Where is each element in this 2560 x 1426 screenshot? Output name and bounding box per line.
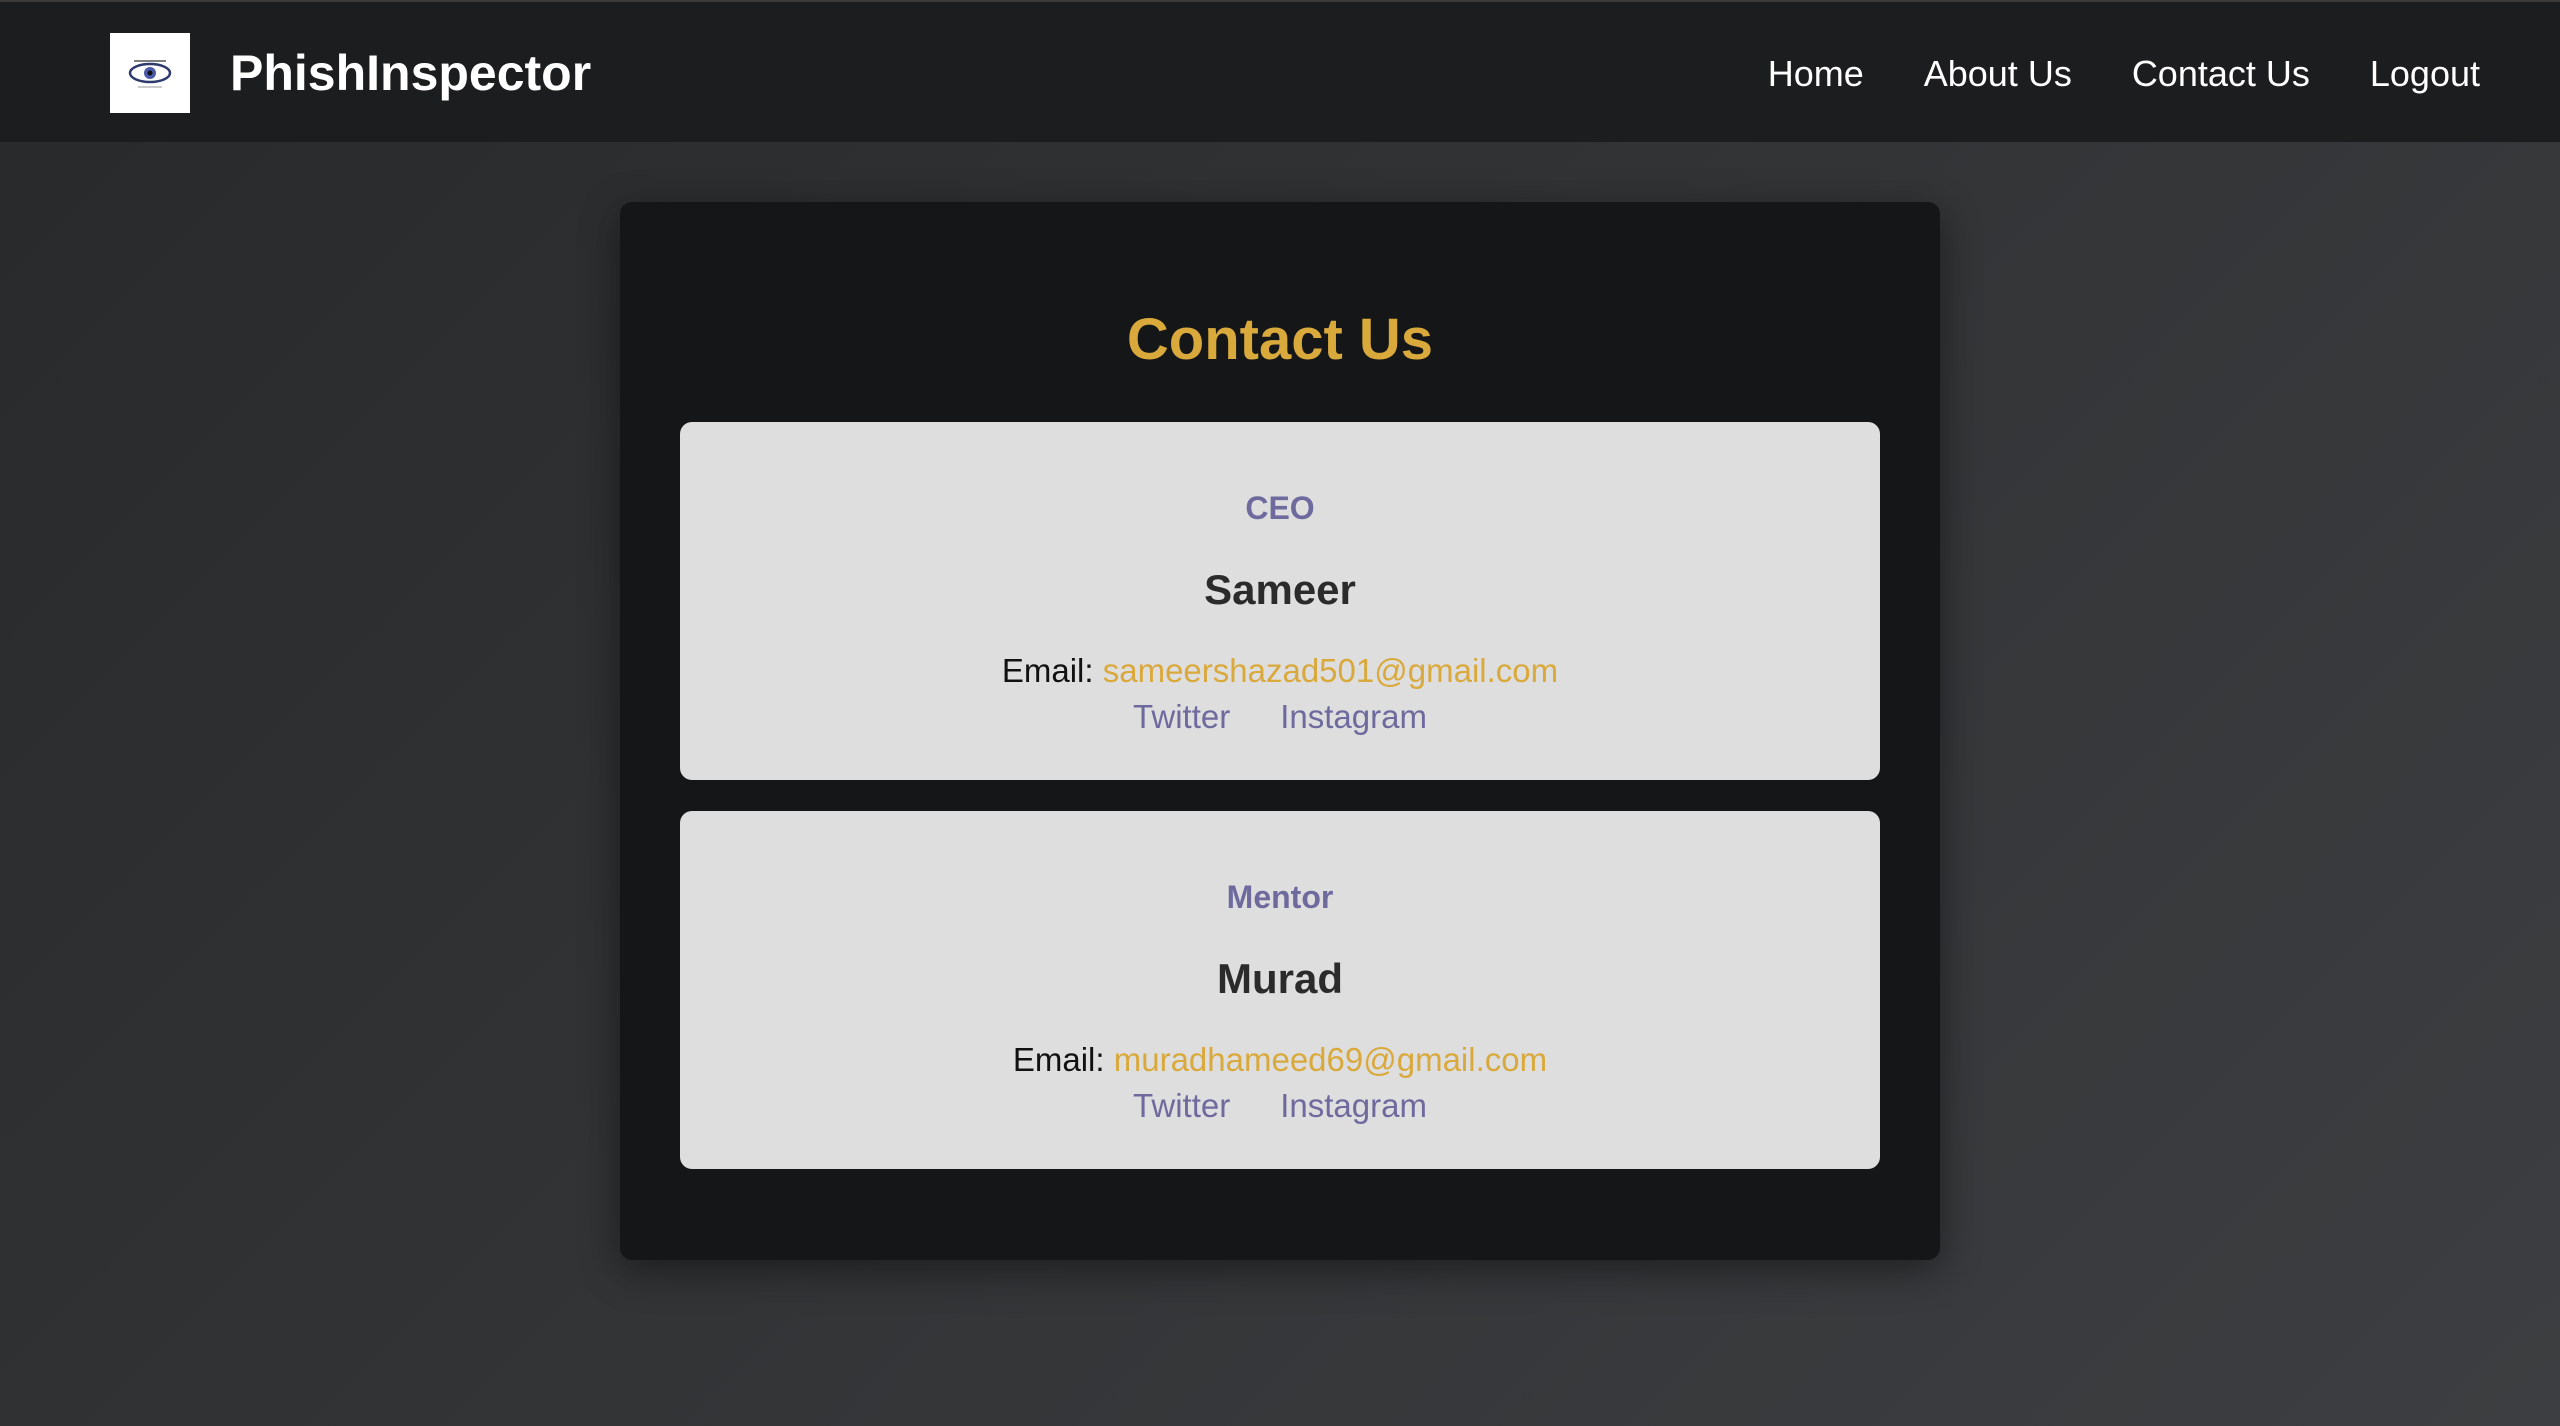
nav-contact-us[interactable]: Contact Us [2132, 46, 2310, 102]
contact-name: Sameer [1204, 566, 1356, 613]
contact-name: Murad [1217, 955, 1343, 1002]
email-line: Email: muradhameed69@gmail.com [680, 1037, 1880, 1083]
contact-card-mentor: Mentor Murad Email: muradhameed69@gmail.… [680, 811, 1880, 1169]
instagram-link[interactable]: Instagram [1280, 694, 1427, 740]
eye-logo-icon [128, 60, 172, 88]
twitter-link[interactable]: Twitter [1133, 694, 1230, 740]
instagram-link[interactable]: Instagram [1280, 1083, 1427, 1129]
nav-about-us[interactable]: About Us [1924, 46, 2072, 102]
contact-role: CEO [1245, 490, 1315, 526]
brand-name[interactable]: PhishInspector [230, 42, 591, 104]
email-line: Email: sameershazad501@gmail.com [680, 648, 1880, 694]
social-links: Twitter Instagram [680, 694, 1880, 740]
top-navbar: PhishInspector Home About Us Contact Us … [0, 0, 2560, 142]
email-prefix: Email: [1012, 1041, 1114, 1078]
social-links: Twitter Instagram [680, 1083, 1880, 1129]
contact-card-ceo: CEO Sameer Email: sameershazad501@gmail.… [680, 422, 1880, 780]
email-link[interactable]: muradhameed69@gmail.com [1114, 1041, 1547, 1078]
twitter-link[interactable]: Twitter [1133, 1083, 1230, 1129]
contact-role: Mentor [1226, 879, 1334, 915]
email-link[interactable]: sameershazad501@gmail.com [1103, 652, 1558, 689]
nav-logout[interactable]: Logout [2370, 46, 2480, 102]
contact-panel: Contact Us CEO Sameer Email: sameershaza… [620, 202, 1940, 1260]
page-title: Contact Us [1126, 307, 1434, 372]
main-nav: Home About Us Contact Us Logout [1768, 46, 2480, 102]
nav-home[interactable]: Home [1768, 46, 1864, 102]
logo[interactable] [110, 33, 190, 113]
email-prefix: Email: [1001, 652, 1103, 689]
